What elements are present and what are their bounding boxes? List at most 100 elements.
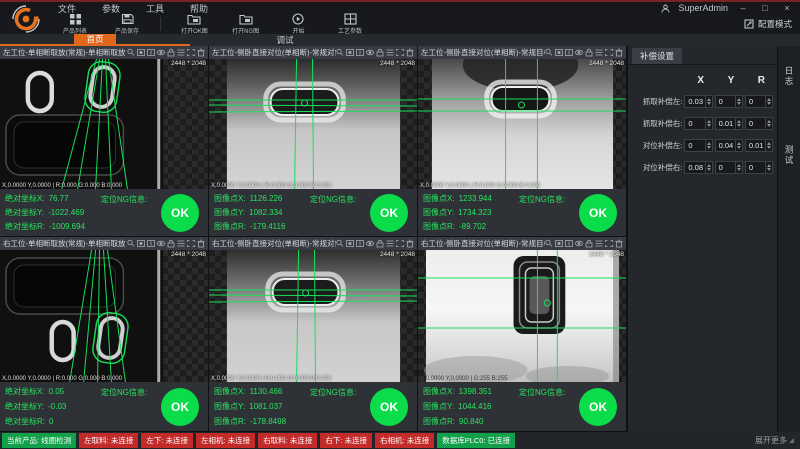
trash-icon[interactable] xyxy=(198,240,205,247)
align-left-r-input[interactable]: 0.01 xyxy=(745,139,773,152)
spinner-down-icon[interactable] xyxy=(737,124,741,127)
list-icon[interactable] xyxy=(596,50,603,55)
fit-view-icon[interactable] xyxy=(556,241,563,247)
crop-icon[interactable] xyxy=(606,50,613,56)
fit-view-icon[interactable] xyxy=(347,241,354,247)
search-icon[interactable] xyxy=(128,240,134,246)
align-left-x-input[interactable]: 0 xyxy=(684,139,712,152)
spinner-down-icon[interactable] xyxy=(767,124,771,127)
search-icon[interactable] xyxy=(128,49,134,55)
list-icon[interactable] xyxy=(178,241,185,246)
spinner-up-icon[interactable] xyxy=(737,164,741,167)
camera-image-3[interactable]: 2448 * 2048 X,0.0000 Y,0.0000 | R:0.000 … xyxy=(418,59,626,189)
trash-icon[interactable] xyxy=(616,240,623,247)
list-icon[interactable] xyxy=(596,241,603,246)
eye-icon[interactable] xyxy=(157,241,164,246)
align-right-y-input[interactable]: 0 xyxy=(715,161,743,174)
crop-icon[interactable] xyxy=(188,241,195,247)
actual-size-icon[interactable] xyxy=(566,241,573,247)
grab-left-y-input[interactable]: 0 xyxy=(715,95,743,108)
align-right-x-input[interactable]: 0.08 xyxy=(684,161,712,174)
lock-icon[interactable] xyxy=(586,49,592,56)
search-icon[interactable] xyxy=(337,49,343,55)
toolbar-open-ok-image[interactable]: 打开OK图 xyxy=(175,13,213,35)
crop-icon[interactable] xyxy=(188,50,195,56)
actual-size-icon[interactable] xyxy=(357,50,364,56)
actual-size-icon[interactable] xyxy=(566,50,573,56)
grab-right-x-input[interactable]: 0 xyxy=(684,117,712,130)
list-icon[interactable] xyxy=(178,50,185,55)
eye-icon[interactable] xyxy=(366,50,373,55)
camera-image-1[interactable]: 2448 * 2048 X,0.0000 Y,0.0000 | R:0.000 … xyxy=(0,59,208,189)
spinner-up-icon[interactable] xyxy=(767,164,771,167)
toolbar-product-save[interactable]: 产品保存 xyxy=(108,13,146,35)
side-tab-log[interactable]: 日志 xyxy=(783,60,795,93)
grab-left-r-input[interactable]: 0 xyxy=(745,95,773,108)
spinner-down-icon[interactable] xyxy=(707,168,711,171)
spinner-down-icon[interactable] xyxy=(707,124,711,127)
spinner-up-icon[interactable] xyxy=(767,120,771,123)
crop-icon[interactable] xyxy=(397,50,404,56)
camera-image-2[interactable]: 2448 * 2048 X,0.0000 Y,0.0000 | R:0.000 … xyxy=(209,59,417,189)
spinner-down-icon[interactable] xyxy=(767,102,771,105)
toolbar-open-ng-image[interactable]: 打开NG图 xyxy=(227,13,265,35)
lock-icon[interactable] xyxy=(168,49,174,56)
minimize-button[interactable]: – xyxy=(736,3,750,13)
expand-more-button[interactable]: 展开更多 xyxy=(755,435,794,446)
maximize-button[interactable]: □ xyxy=(758,3,772,13)
list-icon[interactable] xyxy=(387,50,394,55)
eye-icon[interactable] xyxy=(575,241,582,246)
grab-right-y-input[interactable]: 0.01 xyxy=(715,117,743,130)
spinner-up-icon[interactable] xyxy=(737,98,741,101)
spinner-down-icon[interactable] xyxy=(737,146,741,149)
eye-icon[interactable] xyxy=(366,241,373,246)
actual-size-icon[interactable] xyxy=(357,241,364,247)
spinner-up-icon[interactable] xyxy=(707,98,711,101)
eye-icon[interactable] xyxy=(575,50,582,55)
fit-view-icon[interactable] xyxy=(556,50,563,56)
camera-image-5[interactable]: 2448 * 2048 X,0.0000 Y,0.0000 | R:0.000 … xyxy=(209,250,417,382)
spinner-up-icon[interactable] xyxy=(707,120,711,123)
align-left-y-input[interactable]: 0.04 xyxy=(715,139,743,152)
toolbar-process-params[interactable]: 工艺参数 xyxy=(331,13,369,35)
search-icon[interactable] xyxy=(546,240,552,246)
crop-icon[interactable] xyxy=(397,241,404,247)
search-icon[interactable] xyxy=(337,240,343,246)
fit-view-icon[interactable] xyxy=(138,50,145,56)
spinner-down-icon[interactable] xyxy=(707,146,711,149)
tab-debug[interactable]: 调试 xyxy=(190,34,380,46)
menu-tools[interactable]: 工具 xyxy=(146,2,164,15)
lock-icon[interactable] xyxy=(377,49,383,56)
trash-icon[interactable] xyxy=(198,49,205,56)
spinner-down-icon[interactable] xyxy=(737,168,741,171)
spinner-up-icon[interactable] xyxy=(707,142,711,145)
actual-size-icon[interactable] xyxy=(148,241,155,247)
spinner-up-icon[interactable] xyxy=(767,142,771,145)
config-mode-button[interactable]: 配置模式 xyxy=(744,18,792,30)
lock-icon[interactable] xyxy=(168,240,174,247)
camera-image-6[interactable]: 2448 * 2048 X,0.0000 Y,0.0000 | G:255 B:… xyxy=(418,250,626,382)
spinner-up-icon[interactable] xyxy=(767,98,771,101)
spinner-up-icon[interactable] xyxy=(737,120,741,123)
spinner-down-icon[interactable] xyxy=(737,102,741,105)
lock-icon[interactable] xyxy=(586,240,592,247)
spinner-down-icon[interactable] xyxy=(707,102,711,105)
crop-icon[interactable] xyxy=(606,241,613,247)
spinner-up-icon[interactable] xyxy=(737,142,741,145)
eye-icon[interactable] xyxy=(157,50,164,55)
tab-home[interactable]: 首页 xyxy=(0,34,190,46)
fit-view-icon[interactable] xyxy=(138,241,145,247)
actual-size-icon[interactable] xyxy=(148,50,155,56)
side-tab-test[interactable]: 测试 xyxy=(783,139,795,172)
grab-left-x-input[interactable]: 0.03 xyxy=(684,95,712,108)
close-button[interactable]: × xyxy=(780,3,794,13)
search-icon[interactable] xyxy=(546,49,552,55)
align-right-r-input[interactable]: 0 xyxy=(745,161,773,174)
spinner-down-icon[interactable] xyxy=(767,168,771,171)
toolbar-start[interactable]: 开始 xyxy=(279,13,317,35)
camera-image-4[interactable]: 2448 * 2048 X,0.0000 Y,0.0000 | R:0.000 … xyxy=(0,250,208,382)
list-icon[interactable] xyxy=(387,241,394,246)
toolbar-product-list[interactable]: 产品列表 xyxy=(56,13,94,35)
trash-icon[interactable] xyxy=(407,240,414,247)
fit-view-icon[interactable] xyxy=(347,50,354,56)
